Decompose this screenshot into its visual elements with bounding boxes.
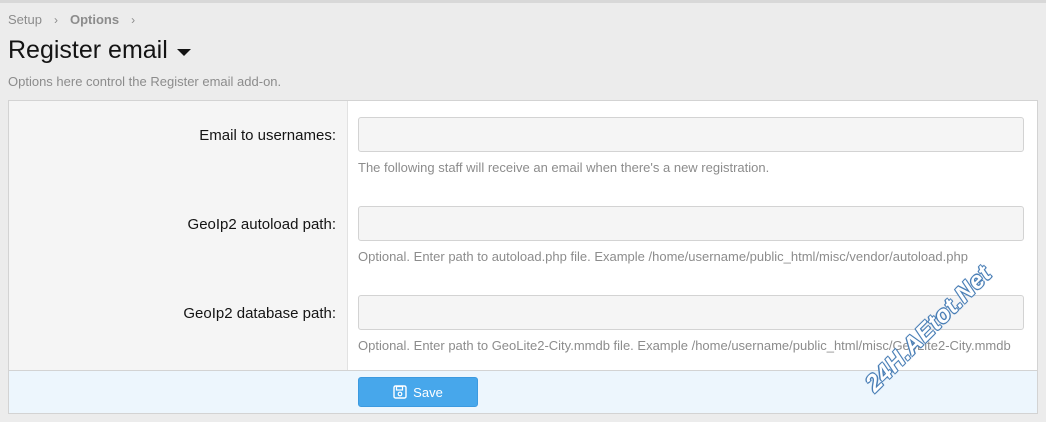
page: Setup › Options › Register email Options… [0,0,1046,422]
breadcrumb: Setup › Options › [8,12,147,27]
email-usernames-input[interactable] [358,117,1024,152]
title-row[interactable]: Register email [8,36,191,65]
geoip-database-label: GeoIp2 database path: [183,305,336,322]
caret-down-icon[interactable] [176,48,191,56]
save-button-label: Save [413,384,443,400]
chevron-right-icon: › [53,12,58,27]
chevron-right-icon: › [131,12,136,27]
geoip-autoload-input[interactable] [358,206,1024,241]
top-strip [0,0,1046,3]
page-title: Register email [8,36,168,64]
email-usernames-hint: The following staff will receive an emai… [358,160,770,175]
breadcrumb-setup[interactable]: Setup [8,12,42,27]
save-button[interactable]: Save [358,377,478,407]
geoip-autoload-label: GeoIp2 autoload path: [187,216,336,233]
email-usernames-label: Email to usernames: [199,127,336,144]
geoip-autoload-hint: Optional. Enter path to autoload.php fil… [358,249,968,264]
page-description: Options here control the Register email … [8,74,282,89]
breadcrumb-options[interactable]: Options [70,12,119,27]
save-icon [393,385,407,399]
